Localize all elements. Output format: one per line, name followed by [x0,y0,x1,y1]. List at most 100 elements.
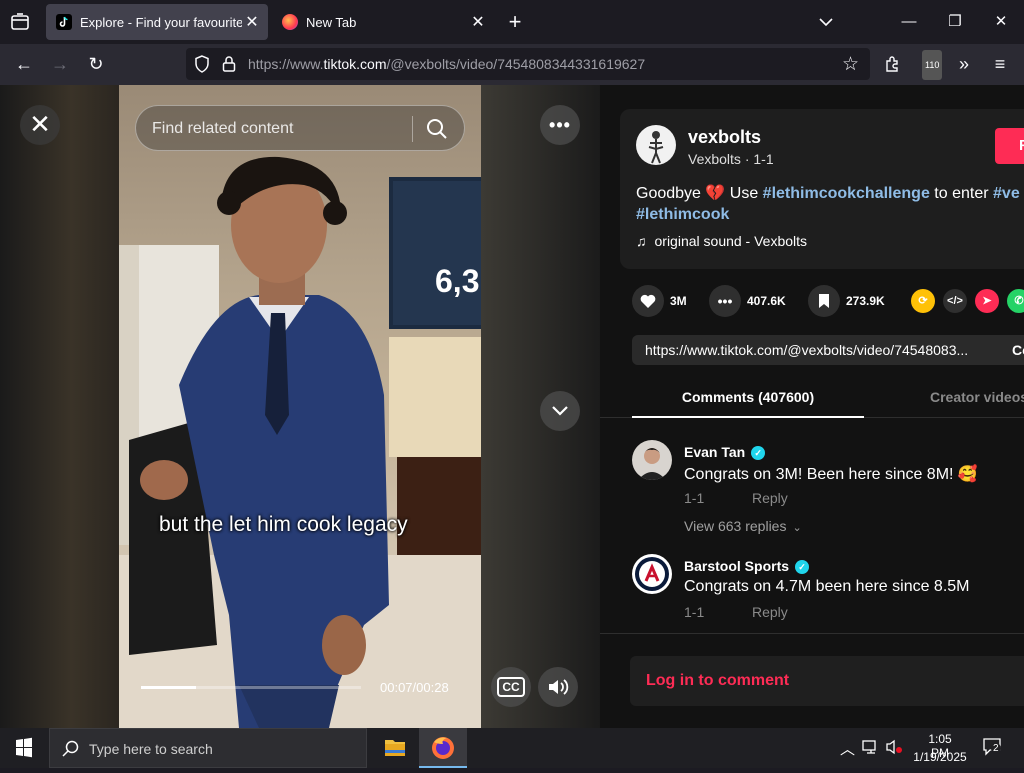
search-icon[interactable] [426,118,448,145]
tab-tiktok[interactable]: Explore - Find your favourite vid ✕ [46,4,268,40]
verified-badge-icon: ✓ [795,560,810,574]
lock-icon[interactable] [222,55,236,78]
save-count: 273.9K [846,294,885,308]
hashtag-link[interactable]: #lethimcookchallenge [763,185,930,202]
tab-creator-videos[interactable]: Creator videos [930,389,1024,405]
like-count: 3M [670,294,687,308]
video-overlay-text: 6,3 [435,263,480,299]
creator-username[interactable]: vexbolts [688,127,761,148]
tab-comments[interactable]: Comments (407600) [632,378,864,418]
extension-badge: 110 [922,50,943,80]
navigation-toolbar: ← → ↻ https://www.tiktok.com/@vexbolts/v… [0,44,1024,85]
more-options-icon[interactable]: ••• [540,105,580,145]
hashtag-link[interactable]: #lethimcook [636,206,729,223]
tab-new-tab[interactable]: New Tab ✕ [272,4,494,40]
comment-author[interactable]: Evan Tan ✓ [684,444,766,460]
back-arrow-icon[interactable]: ← [9,49,39,79]
firefox-favicon-icon [282,14,298,30]
tab-title: New Tab [306,14,357,30]
windows-start-icon[interactable] [0,728,48,768]
bookmark-icon[interactable] [808,285,840,317]
closed-captions-icon[interactable]: CC [491,667,531,707]
tab-title: Explore - Find your favourite vid [80,14,242,30]
chevron-down-icon: ⌄ [792,522,802,534]
follow-button[interactable]: F [995,128,1024,164]
broken-heart-emoji: 💔 [705,185,726,202]
notification-count: 2 [991,743,1001,754]
clock-date[interactable]: 1/19/2025 [912,750,968,764]
post-info-card: vexbolts Vexbolts · 1-1 F Goodbye 💔 Use … [620,109,1024,269]
reload-icon[interactable]: ↻ [81,49,111,79]
video-player-area: 6,3 but the let him cook legacy 00:07/00… [0,85,600,728]
taskbar-search-placeholder: Type here to search [89,741,213,757]
view-replies-link[interactable]: View 663 replies ⌄ [684,518,802,534]
taskbar-search-box[interactable]: Type here to search [49,728,367,768]
comment-bubble-icon[interactable]: ••• [709,285,741,317]
firefox-taskbar-icon[interactable] [419,728,467,768]
overflow-chevrons-icon[interactable]: » [949,49,979,79]
music-info[interactable]: ♫ original sound - Vexbolts [636,233,807,249]
repost-icon[interactable]: ⟳ [911,289,935,313]
reply-button[interactable]: Reply [752,490,788,506]
login-to-comment-bar: Log in to comment [600,633,1024,728]
list-all-tabs-chevron-icon[interactable] [803,6,849,38]
login-to-comment-button[interactable]: Log in to comment [630,656,1024,706]
music-note-icon: ♫ [636,233,647,249]
close-video-button[interactable]: ✕ [20,105,60,145]
creator-nickname: Vexbolts · 1-1 [688,151,774,167]
address-bar[interactable]: https://www.tiktok.com/@vexbolts/video/7… [186,48,870,80]
minimize-window-button[interactable]: — [886,6,932,38]
search-icon [62,740,80,763]
restore-window-button[interactable]: ❐ [932,6,978,38]
next-video-chevron-icon[interactable] [540,391,580,431]
network-icon[interactable] [862,739,880,758]
search-divider [412,116,413,142]
file-explorer-icon[interactable] [371,728,419,768]
tiktok-favicon-icon [56,14,72,30]
comment-date: 1-1 [684,604,705,620]
embed-code-icon[interactable]: </> [943,289,967,313]
video-scene-illustration [119,156,481,728]
panel-tabs: Comments (407600) Creator videos [600,378,1024,418]
notifications-icon[interactable]: 2 [982,737,1004,760]
comment-text: Congrats on 3M! Been here since 8M! 🥰 [684,466,978,483]
search-related-bar[interactable]: Find related content [135,105,465,151]
new-tab-plus-icon[interactable]: + [492,6,538,38]
whatsapp-icon[interactable]: ✆ [1007,289,1024,313]
app-menu-hamburger-icon[interactable]: ≡ [985,49,1015,79]
close-tab-icon[interactable]: ✕ [468,12,488,32]
verified-badge-icon: ✓ [751,446,766,460]
comment-author[interactable]: Barstool Sports ✓ [684,558,810,574]
comment-avatar[interactable] [632,440,672,480]
share-link-box[interactable]: https://www.tiktok.com/@vexbolts/video/7… [632,335,1024,365]
video-blur-backdrop-left [0,85,119,728]
browser-tab-strip: Explore - Find your favourite vid ✕ New … [0,0,1024,44]
video-progress-bar[interactable] [141,686,361,689]
reply-button[interactable]: Reply [752,604,788,620]
bookmark-star-icon[interactable]: ☆ [842,53,859,76]
copy-link-button[interactable]: Co [1012,342,1024,358]
comment-count: 407.6K [747,294,786,308]
like-heart-icon[interactable] [632,285,664,317]
hashtag-link[interactable]: #ve [993,185,1020,202]
tab-list-icon[interactable] [8,10,32,34]
volume-icon[interactable] [538,667,578,707]
volume-muted-icon[interactable] [886,739,904,758]
send-to-friends-icon[interactable]: ➤ [975,289,999,313]
post-description: Goodbye 💔 Use #lethimcookchallenge to en… [636,185,1020,223]
post-detail-panel: vexbolts Vexbolts · 1-1 F Goodbye 💔 Use … [600,85,1024,728]
url-text: https://www.tiktok.com/@vexbolts/video/7… [248,56,646,72]
show-hidden-icons-chevron[interactable]: ︿ [840,738,855,759]
video-frame[interactable]: 6,3 but the let him cook legacy 00:07/00… [119,85,481,728]
close-tab-icon[interactable]: ✕ [242,12,262,32]
windows-taskbar: Type here to search ︿ 1:05 PM 1/19/2025 … [0,728,1024,768]
shield-icon[interactable] [194,55,210,78]
share-link-text: https://www.tiktok.com/@vexbolts/video/7… [645,342,969,358]
forward-arrow-icon[interactable]: → [45,49,75,79]
creator-avatar[interactable] [636,125,676,165]
extensions-icon[interactable] [878,49,908,79]
close-window-button[interactable]: ✕ [978,6,1024,38]
comment-avatar[interactable] [632,554,672,594]
comment-date: 1-1 [684,490,705,506]
ublock-extension-icon[interactable]: 110 [914,49,944,80]
